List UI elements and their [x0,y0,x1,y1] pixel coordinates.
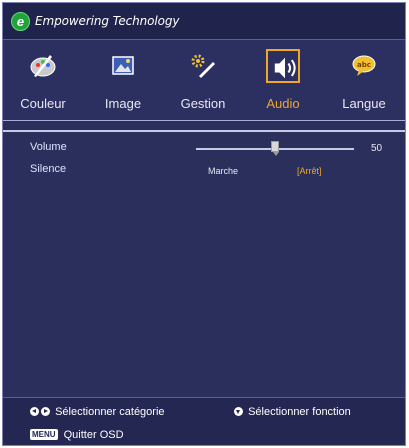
svg-text:abc: abc [357,61,371,69]
silence-label: Silence [30,163,67,175]
hint-select-function: Sélectionner fonction [234,406,351,418]
tab-image[interactable]: Image [83,41,163,121]
hint-select-category: Sélectionner catégorie [30,406,165,418]
silence-option-on[interactable]: Marche [208,166,238,176]
hint-text: Sélectionner catégorie [55,406,165,418]
tab-label: Audio [266,96,300,111]
picture-icon [106,49,140,83]
hint-text: Quitter OSD [63,429,124,441]
tab-label: Image [104,96,142,111]
divider [3,130,405,132]
volume-label: Volume [30,141,67,153]
tab-couleur[interactable]: Couleur [3,41,83,121]
speech-bubble-icon: abc [347,49,381,83]
left-arrow-icon [30,407,39,416]
hint-text: Sélectionner fonction [248,406,351,418]
silence-option-off[interactable]: [Arrêt] [297,166,322,176]
brand-bar: e Empowering Technology [3,3,405,40]
tab-gestion[interactable]: Gestion [163,41,243,121]
down-arrow-icon [234,407,243,416]
volume-value: 50 [371,143,383,154]
menu-key-icon: MENU [30,429,58,440]
help-footer: Sélectionner catégorie Sélectionner fonc… [3,397,405,445]
tab-label: Langue [342,96,386,111]
brand-tagline: Empowering Technology [35,14,180,28]
category-tabs: Couleur Image Gestion Audio abc Langue [3,41,405,121]
volume-slider-thumb[interactable] [271,141,279,156]
tools-icon [186,49,220,83]
brand-logo-icon: e [11,12,30,31]
tab-label: Gestion [180,96,226,111]
tab-label: Couleur [20,96,66,111]
palette-icon [26,49,60,83]
tab-audio[interactable]: Audio [243,41,323,121]
tab-langue[interactable]: abc Langue [323,41,405,121]
speaker-icon [266,49,300,83]
right-arrow-icon [41,407,50,416]
osd-window: e Empowering Technology Couleur Image Ge… [2,2,406,446]
hint-quit-osd: MENU Quitter OSD [30,429,124,441]
